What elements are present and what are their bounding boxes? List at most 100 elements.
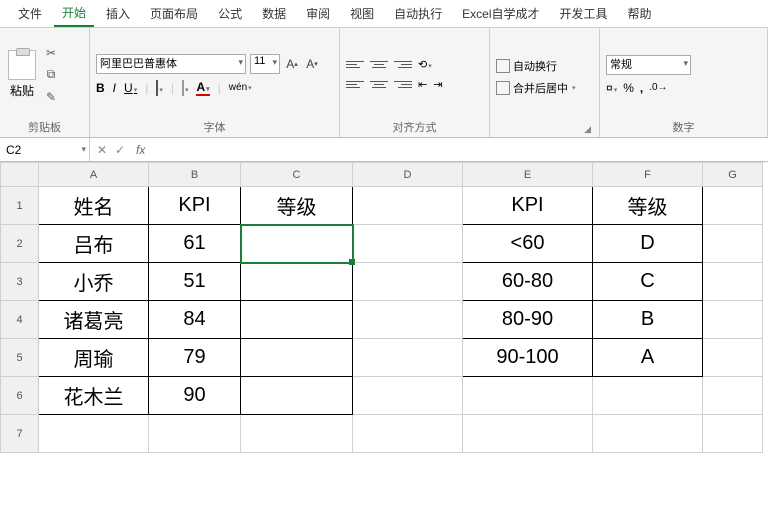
row-header-5[interactable]: 5	[1, 339, 39, 377]
borders-button[interactable]	[156, 81, 163, 95]
menu-file[interactable]: 文件	[10, 1, 50, 26]
font-color-button[interactable]: A	[196, 80, 209, 96]
row-header-3[interactable]: 3	[1, 263, 39, 301]
cell-F6[interactable]	[593, 377, 703, 415]
cell-G1[interactable]	[703, 187, 763, 225]
col-header-F[interactable]: F	[593, 163, 703, 187]
row-header-2[interactable]: 2	[1, 225, 39, 263]
cell-F2[interactable]: D	[593, 225, 703, 263]
cell-D4[interactable]	[353, 301, 463, 339]
cell-F5[interactable]: A	[593, 339, 703, 377]
cell-D3[interactable]	[353, 263, 463, 301]
align-left-icon[interactable]	[346, 78, 364, 92]
cell-G2[interactable]	[703, 225, 763, 263]
cell-G4[interactable]	[703, 301, 763, 339]
orientation-button[interactable]: ⟲	[418, 58, 432, 71]
percent-button[interactable]: %	[623, 81, 634, 95]
name-box[interactable]: C2	[0, 138, 90, 161]
merge-center-button[interactable]: 合并后居中	[496, 80, 576, 96]
menu-developer[interactable]: 开发工具	[552, 1, 616, 26]
cell-C3[interactable]	[241, 263, 353, 301]
cell-E2[interactable]: <60	[463, 225, 593, 263]
bold-button[interactable]: B	[96, 81, 105, 95]
cell-E4[interactable]: 80-90	[463, 301, 593, 339]
menu-data[interactable]: 数据	[254, 1, 294, 26]
cell-A1[interactable]: 姓名	[39, 187, 149, 225]
fx-icon[interactable]: fx	[132, 143, 149, 157]
menu-home[interactable]: 开始	[54, 0, 94, 27]
menu-review[interactable]: 审阅	[298, 1, 338, 26]
cell-A6[interactable]: 花木兰	[39, 377, 149, 415]
col-header-G[interactable]: G	[703, 163, 763, 187]
font-size-select[interactable]: 11	[250, 54, 280, 74]
col-header-D[interactable]: D	[353, 163, 463, 187]
cell-D6[interactable]	[353, 377, 463, 415]
cell-F3[interactable]: C	[593, 263, 703, 301]
row-header-1[interactable]: 1	[1, 187, 39, 225]
cell-B1[interactable]: KPI	[149, 187, 241, 225]
cell-C1[interactable]: 等级	[241, 187, 353, 225]
cell-E5[interactable]: 90-100	[463, 339, 593, 377]
wrap-launcher-icon[interactable]: ◢	[584, 124, 591, 135]
cell-D1[interactable]	[353, 187, 463, 225]
cell-B7[interactable]	[149, 415, 241, 453]
align-middle-icon[interactable]	[370, 58, 388, 72]
cell-B4[interactable]: 84	[149, 301, 241, 339]
col-header-A[interactable]: A	[39, 163, 149, 187]
cell-D5[interactable]	[353, 339, 463, 377]
cell-G7[interactable]	[703, 415, 763, 453]
cell-E3[interactable]: 60-80	[463, 263, 593, 301]
copy-icon[interactable]: ⧉	[42, 67, 60, 83]
cut-icon[interactable]: ✂	[42, 45, 60, 61]
menu-page-layout[interactable]: 页面布局	[142, 1, 206, 26]
italic-button[interactable]: I	[113, 81, 116, 95]
cell-F1[interactable]: 等级	[593, 187, 703, 225]
cell-A4[interactable]: 诸葛亮	[39, 301, 149, 339]
cell-C7[interactable]	[241, 415, 353, 453]
cell-A7[interactable]	[39, 415, 149, 453]
phonetic-button[interactable]: wén	[229, 82, 252, 93]
decrease-indent-icon[interactable]: ⇤	[418, 78, 427, 91]
menu-help[interactable]: 帮助	[620, 1, 660, 26]
currency-button[interactable]: ¤	[606, 81, 617, 95]
cell-C4[interactable]	[241, 301, 353, 339]
select-all-corner[interactable]	[1, 163, 39, 187]
col-header-B[interactable]: B	[149, 163, 241, 187]
number-format-select[interactable]: 常规	[606, 55, 691, 75]
menu-formulas[interactable]: 公式	[210, 1, 250, 26]
align-center-icon[interactable]	[370, 78, 388, 92]
cancel-formula-icon[interactable]: ✕	[94, 143, 110, 157]
align-bottom-icon[interactable]	[394, 58, 412, 72]
cell-C6[interactable]	[241, 377, 353, 415]
cell-A2[interactable]: 吕布	[39, 225, 149, 263]
col-header-C[interactable]: C	[241, 163, 353, 187]
cell-B3[interactable]: 51	[149, 263, 241, 301]
cell-C2[interactable]	[241, 225, 353, 263]
cell-E7[interactable]	[463, 415, 593, 453]
format-painter-icon[interactable]: ✎	[42, 89, 60, 105]
cell-B6[interactable]: 90	[149, 377, 241, 415]
row-header-6[interactable]: 6	[1, 377, 39, 415]
cell-D2[interactable]	[353, 225, 463, 263]
comma-button[interactable]: ,	[640, 81, 643, 95]
col-header-E[interactable]: E	[463, 163, 593, 187]
menu-insert[interactable]: 插入	[98, 1, 138, 26]
cell-F7[interactable]	[593, 415, 703, 453]
cell-B5[interactable]: 79	[149, 339, 241, 377]
increase-font-icon[interactable]: A▴	[284, 56, 300, 72]
decrease-font-icon[interactable]: A▾	[304, 56, 320, 72]
fill-color-button[interactable]	[182, 81, 189, 95]
cell-E1[interactable]: KPI	[463, 187, 593, 225]
cell-G3[interactable]	[703, 263, 763, 301]
cell-B2[interactable]: 61	[149, 225, 241, 263]
menu-automate[interactable]: 自动执行	[386, 1, 450, 26]
cell-G5[interactable]	[703, 339, 763, 377]
row-header-7[interactable]: 7	[1, 415, 39, 453]
paste-button[interactable]: 粘贴	[6, 48, 38, 101]
font-name-select[interactable]: 阿里巴巴普惠体	[96, 54, 246, 74]
menu-view[interactable]: 视图	[342, 1, 382, 26]
spreadsheet-grid[interactable]: A B C D E F G 1 姓名 KPI 等级 KPI 等级 2 吕布 61…	[0, 162, 768, 453]
cell-A5[interactable]: 周瑜	[39, 339, 149, 377]
underline-button[interactable]: U	[124, 81, 137, 95]
cell-E6[interactable]	[463, 377, 593, 415]
